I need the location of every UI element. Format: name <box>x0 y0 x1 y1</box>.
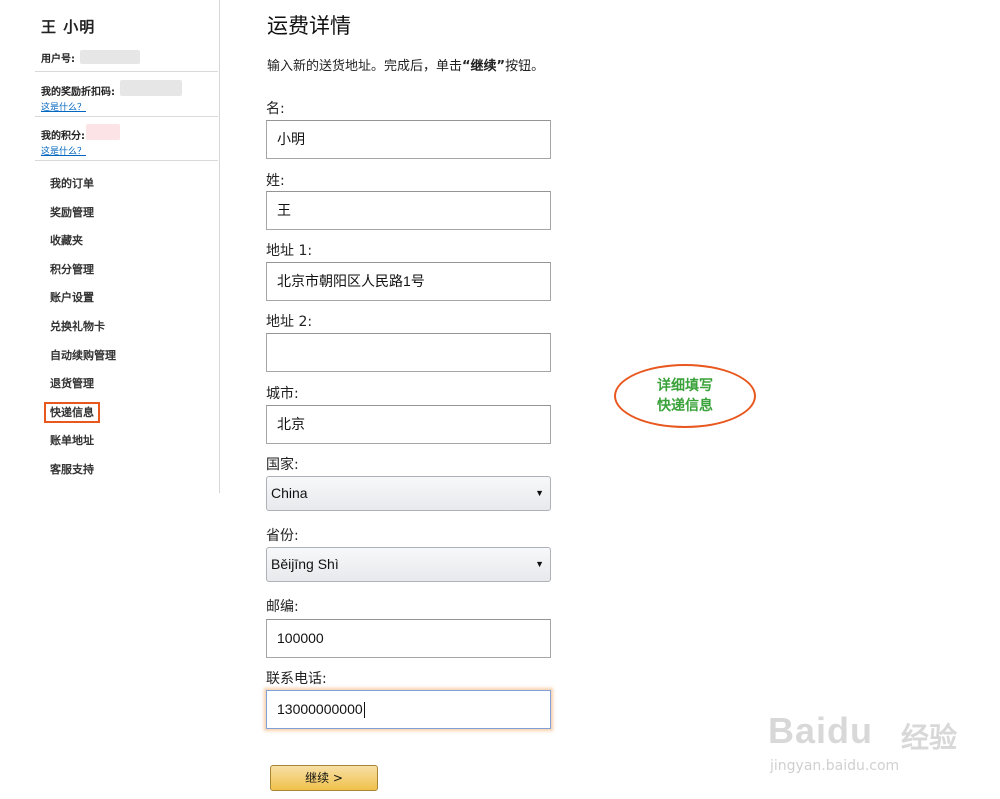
user-id-label: 用户号: <box>41 54 75 65</box>
account-sidebar: 王 小明 用户号: 我的奖励折扣码: 这是什么？ 我的积分: 这是什么？ 我的订… <box>0 0 220 493</box>
watermark-cn: 经验 <box>901 721 958 754</box>
first-name-label: 名: <box>266 101 285 117</box>
address2-field[interactable] <box>266 333 551 372</box>
account-menu: 我的订单 奖励管理 收藏夹 积分管理 账户设置 兑换礼物卡 自动续购管理 退货管… <box>44 176 116 491</box>
dropdown-arrow-icon: ▼ <box>535 488 544 498</box>
address1-field[interactable]: 北京市朝阳区人民路1号 <box>266 262 551 301</box>
menu-item-shipping-info[interactable]: 快递信息 <box>44 401 116 434</box>
watermark-logo: Baidu <box>768 710 874 751</box>
menu-item-auto-reorder[interactable]: 自动续购管理 <box>50 348 116 377</box>
menu-item-rewards[interactable]: 奖励管理 <box>50 205 116 234</box>
watermark-url: jingyan.baidu.com <box>770 758 900 774</box>
annotation-callout: 详细填写 快递信息 <box>614 364 756 428</box>
baidu-watermark: Baidu 经验 jingyan.baidu.com <box>768 700 998 790</box>
phone-field-value: 13000000000 <box>277 701 363 717</box>
reward-code-row: 我的奖励折扣码: 这是什么？ <box>41 83 115 113</box>
dropdown-arrow-icon: ▼ <box>535 559 544 569</box>
page-title: 运费详情 <box>267 14 351 38</box>
first-name-field[interactable]: 小明 <box>266 120 551 159</box>
country-label: 国家: <box>266 457 299 473</box>
form-instructions: 输入新的送货地址。完成后，单击“继续”按钮。 <box>267 59 545 74</box>
menu-item-billing-address[interactable]: 账单地址 <box>50 433 116 462</box>
sidebar-divider <box>35 116 218 117</box>
province-select-value: Běijīng Shì <box>271 556 339 572</box>
last-name-field[interactable]: 王 <box>266 191 551 230</box>
country-select[interactable]: China ▼ <box>266 476 551 511</box>
phone-label: 联系电话: <box>266 671 327 687</box>
points-redacted <box>86 124 120 140</box>
menu-item-account-settings[interactable]: 账户设置 <box>50 290 116 319</box>
zip-label: 邮编: <box>266 599 299 615</box>
text-caret <box>363 702 365 719</box>
user-id-redacted <box>80 50 140 64</box>
zip-field[interactable]: 100000 <box>266 619 551 658</box>
reward-code-label: 我的奖励折扣码: <box>41 87 115 98</box>
menu-item-customer-support[interactable]: 客服支持 <box>50 462 116 491</box>
user-name: 王 小明 <box>41 18 96 36</box>
city-field[interactable]: 北京 <box>266 405 551 444</box>
address2-label: 地址 2: <box>266 314 313 330</box>
continue-button[interactable]: 继续 > <box>270 765 378 791</box>
menu-item-points[interactable]: 积分管理 <box>50 262 116 291</box>
city-label: 城市: <box>266 386 299 402</box>
points-label: 我的积分: <box>41 131 85 142</box>
annotation-line-2: 快递信息 <box>657 398 713 414</box>
menu-item-favorites[interactable]: 收藏夹 <box>50 233 116 262</box>
reward-code-help-link[interactable]: 这是什么？ <box>41 100 115 113</box>
last-name-label: 姓: <box>266 173 285 189</box>
address1-label: 地址 1: <box>266 243 313 259</box>
user-id-row: 用户号: <box>41 50 75 65</box>
province-label: 省份: <box>266 528 299 544</box>
annotation-line-1: 详细填写 <box>657 378 713 394</box>
sidebar-divider <box>35 160 218 161</box>
province-select[interactable]: Běijīng Shì ▼ <box>266 547 551 582</box>
menu-item-orders[interactable]: 我的订单 <box>50 176 116 205</box>
menu-item-gift-card[interactable]: 兑换礼物卡 <box>50 319 116 348</box>
phone-field[interactable]: 13000000000 <box>266 690 551 729</box>
sidebar-divider <box>35 71 218 72</box>
menu-item-returns[interactable]: 退货管理 <box>50 376 116 405</box>
country-select-value: China <box>271 485 308 501</box>
points-help-link[interactable]: 这是什么？ <box>41 144 86 157</box>
reward-code-redacted <box>120 80 182 96</box>
points-row: 我的积分: 这是什么？ <box>41 127 86 157</box>
